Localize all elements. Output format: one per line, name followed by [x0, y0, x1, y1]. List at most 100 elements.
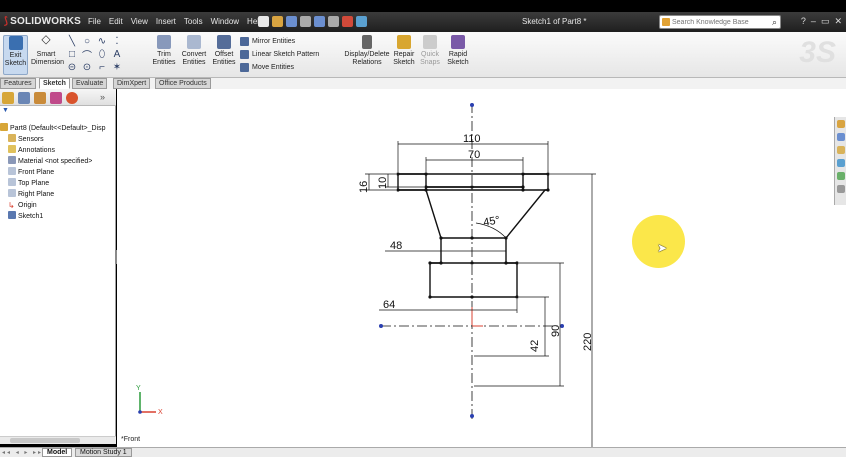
dimension-90[interactable]: [474, 262, 564, 387]
tree-item-right-plane[interactable]: Right Plane: [0, 189, 116, 200]
display-manager-icon[interactable]: [66, 92, 78, 104]
dimension-10-label[interactable]: 10: [377, 177, 389, 189]
tree-item-sensors[interactable]: Sensors: [0, 134, 116, 145]
tab-model[interactable]: Model: [42, 448, 73, 457]
search-input[interactable]: [672, 17, 762, 27]
fillet-icon[interactable]: ⌐: [96, 62, 108, 73]
tree-item-annotations[interactable]: Annotations: [0, 145, 116, 156]
rapid-sketch-button[interactable]: Rapid Sketch: [444, 35, 472, 67]
tab-office-products[interactable]: Office Products: [155, 78, 211, 89]
minimize-icon[interactable]: –: [811, 16, 816, 27]
scrollbar-thumb[interactable]: [10, 438, 80, 443]
offset-entities-button[interactable]: Offset Entities: [210, 35, 238, 67]
tree-item-label: Top Plane: [18, 180, 50, 187]
tab-features[interactable]: Features: [0, 78, 36, 89]
print-icon[interactable]: [300, 16, 311, 27]
centerline-endpoint[interactable]: [470, 103, 474, 107]
menu-edit[interactable]: Edit: [105, 17, 127, 26]
tab-scroll-arrows-icon[interactable]: ◂◂ ◂ ▸ ▸▸: [2, 449, 43, 456]
dimension-220-label[interactable]: 220: [582, 333, 594, 351]
tree-item-front-plane[interactable]: Front Plane: [0, 167, 116, 178]
restore-icon[interactable]: ▭: [821, 16, 830, 27]
feature-tree-scrollbar[interactable]: [0, 436, 116, 444]
rectangle-icon[interactable]: □: [66, 49, 78, 60]
tab-motion-study[interactable]: Motion Study 1: [75, 448, 132, 457]
menu-insert[interactable]: Insert: [152, 17, 180, 26]
rebuild-icon[interactable]: [342, 16, 353, 27]
arc-icon[interactable]: ⌒: [81, 47, 93, 62]
exit-sketch-button[interactable]: Exit Sketch: [3, 35, 28, 75]
plane-icon[interactable]: ✶: [111, 62, 123, 73]
tab-sketch[interactable]: Sketch: [39, 78, 70, 89]
trim-entities-button[interactable]: Trim Entities: [150, 35, 178, 67]
tree-item-material[interactable]: Material <not specified>: [0, 156, 116, 167]
tree-root-part[interactable]: Part8 (Default<<Default>_Disp: [0, 123, 116, 134]
graphics-area[interactable]: 110 70 16 10 45° 48 64 42 90 220 Y X *Fr…: [117, 89, 846, 447]
dimension-64[interactable]: [379, 299, 518, 313]
dimension-220[interactable]: [550, 173, 596, 447]
new-document-icon[interactable]: [258, 16, 269, 27]
linear-pattern-button[interactable]: Linear Sketch Pattern: [240, 48, 319, 61]
dimension-angle-label[interactable]: 45°: [482, 214, 500, 229]
tab-evaluate[interactable]: Evaluate: [72, 78, 108, 89]
sketch-points[interactable]: [396, 172, 550, 299]
linear-pattern-icon: [240, 50, 249, 59]
chevron-right-icon[interactable]: »: [100, 92, 112, 104]
mirror-entities-button[interactable]: Mirror Entities: [240, 35, 319, 48]
feature-tree-icon[interactable]: [2, 92, 14, 104]
tab-dimxpert[interactable]: DimXpert: [113, 78, 151, 89]
centerline-endpoint[interactable]: [379, 324, 383, 328]
dimension-48-label[interactable]: 48: [390, 240, 402, 252]
dimension-90-label[interactable]: 90: [550, 325, 562, 337]
filter-bar[interactable]: ▼: [0, 107, 116, 115]
help-icon[interactable]: ?: [801, 16, 806, 27]
search-icon[interactable]: ⌕: [772, 17, 777, 28]
smart-dimension-button[interactable]: ◇ Smart Dimension: [31, 33, 64, 67]
relations-label: Display/Delete Relations: [344, 51, 390, 66]
line-icon[interactable]: ╲: [66, 36, 78, 47]
spline-icon[interactable]: ∿: [96, 36, 108, 47]
tree-item-origin[interactable]: ↳ Origin: [0, 200, 116, 211]
sketch-profile[interactable]: [397, 173, 549, 298]
save-icon[interactable]: [286, 16, 297, 27]
quick-snaps-button[interactable]: Quick Snaps: [418, 35, 442, 67]
centerline-endpoint[interactable]: [470, 414, 474, 418]
open-folder-icon[interactable]: [272, 16, 283, 27]
tree-item-sketch1[interactable]: Sketch1: [0, 211, 116, 222]
slot-icon[interactable]: ⊝: [66, 62, 78, 73]
offset-icon: [217, 35, 231, 49]
select-icon[interactable]: [328, 16, 339, 27]
display-delete-relations-button[interactable]: Display/Delete Relations: [342, 35, 392, 67]
circle-icon[interactable]: ○: [81, 36, 93, 47]
dimension-16-label[interactable]: 16: [358, 181, 370, 193]
search-box[interactable]: ⌕: [659, 15, 781, 29]
menu-file[interactable]: File: [84, 17, 105, 26]
undo-icon[interactable]: [314, 16, 325, 27]
exit-sketch-icon: [8, 36, 23, 50]
dimension-64-label[interactable]: 64: [383, 299, 395, 311]
dimension-70-label[interactable]: 70: [468, 149, 480, 161]
menu-tools[interactable]: Tools: [180, 17, 207, 26]
dimension-110-label[interactable]: 110: [463, 133, 481, 145]
dimension-42-label[interactable]: 42: [529, 340, 541, 352]
text-icon[interactable]: A: [111, 49, 123, 60]
tree-item-top-plane[interactable]: Top Plane: [0, 178, 116, 189]
dimxpert-manager-icon[interactable]: [50, 92, 62, 104]
ellipse-icon[interactable]: ⬯: [96, 49, 108, 60]
convert-entities-button[interactable]: Convert Entities: [179, 35, 209, 67]
part-icon: [0, 123, 8, 131]
dimension-16-10[interactable]: [365, 173, 424, 191]
polygon-icon[interactable]: ⊙: [81, 62, 93, 73]
move-entities-button[interactable]: Move Entities: [240, 61, 319, 74]
property-manager-icon[interactable]: [18, 92, 30, 104]
app-logo[interactable]: ⟆ SOLIDWORKS: [4, 16, 81, 27]
material-icon: [8, 156, 16, 164]
point-icon[interactable]: ⁚: [111, 36, 123, 47]
repair-sketch-button[interactable]: Repair Sketch: [392, 35, 416, 67]
menu-view[interactable]: View: [127, 17, 152, 26]
menu-window[interactable]: Window: [207, 17, 243, 26]
close-icon[interactable]: ✕: [834, 16, 842, 27]
sketch-canvas[interactable]: 110 70 16 10 45° 48 64 42 90 220 Y X: [117, 89, 846, 447]
configuration-manager-icon[interactable]: [34, 92, 46, 104]
options-icon[interactable]: [356, 16, 367, 27]
